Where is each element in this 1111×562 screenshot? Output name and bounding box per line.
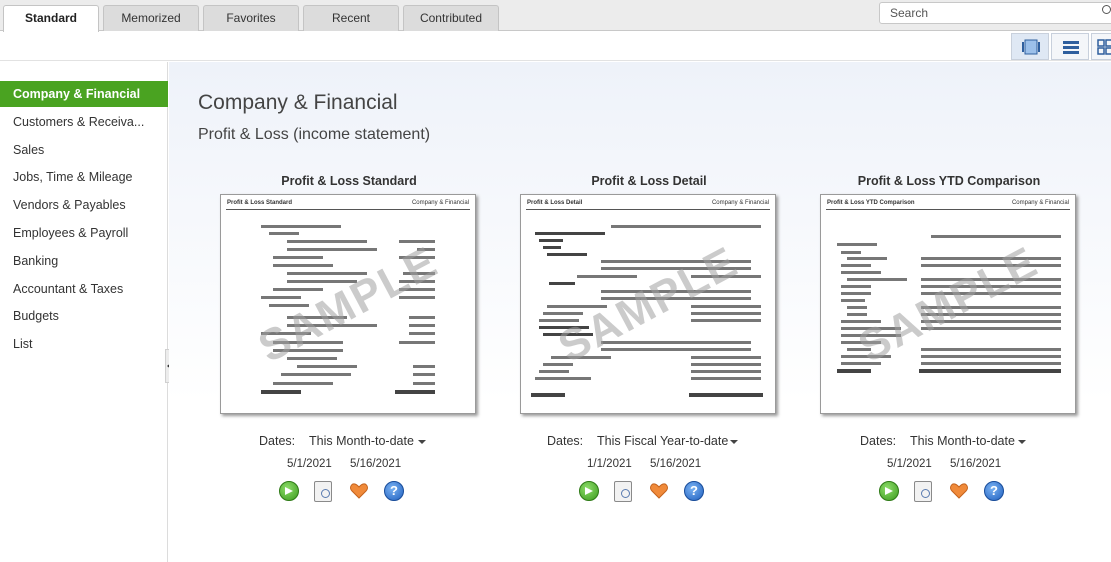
chevron-down-icon[interactable] — [730, 440, 738, 444]
search-input[interactable]: Search — [879, 2, 1111, 24]
dates-dropdown[interactable]: This Month-to-date — [309, 434, 414, 448]
date-to[interactable]: 5/16/2021 — [650, 458, 701, 470]
chevron-down-icon[interactable] — [418, 440, 426, 444]
report-info-icon[interactable] — [614, 481, 632, 502]
grid-view-button[interactable] — [1091, 33, 1111, 60]
sidebar-item-company-financial[interactable]: Company & Financial — [0, 81, 168, 107]
tab-contributed[interactable]: Contributed — [403, 5, 499, 31]
sidebar-item-customers-receivables[interactable]: Customers & Receiva... — [0, 109, 168, 135]
report-center-tab-bar: Standard Memorized Favorites Recent Cont… — [0, 0, 1111, 32]
date-from[interactable]: 1/1/2021 — [587, 458, 632, 470]
section-title: Profit & Loss (income statement) — [198, 126, 431, 143]
favorite-heart-icon[interactable] — [649, 481, 669, 501]
date-to[interactable]: 5/16/2021 — [950, 458, 1001, 470]
run-report-icon[interactable] — [879, 481, 899, 501]
report-title[interactable]: Profit & Loss YTD Comparison — [819, 174, 1079, 188]
sidebar-item-jobs-time-mileage[interactable]: Jobs, Time & Mileage — [0, 164, 168, 190]
carousel-view-icon — [1022, 39, 1040, 55]
sidebar-item-employees-payroll[interactable]: Employees & Payroll — [0, 220, 168, 246]
sidebar-item-accountant-taxes[interactable]: Accountant & Taxes — [0, 276, 168, 302]
sidebar-item-banking[interactable]: Banking — [0, 248, 168, 274]
favorite-heart-icon[interactable] — [949, 481, 969, 501]
help-icon[interactable]: ? — [384, 481, 404, 501]
date-from[interactable]: 5/1/2021 — [287, 458, 332, 470]
help-icon[interactable]: ? — [984, 481, 1004, 501]
tab-recent[interactable]: Recent — [303, 5, 399, 31]
page-title: Company & Financial — [198, 91, 398, 114]
dates-label: Dates: — [259, 434, 296, 448]
view-toolbar — [0, 32, 1111, 61]
dates-dropdown[interactable]: This Month-to-date — [910, 434, 1015, 448]
tab-standard[interactable]: Standard — [3, 5, 99, 32]
report-preview-thumbnail[interactable]: Profit & Loss YTD Comparison Company & F… — [820, 194, 1076, 414]
sidebar-item-budgets[interactable]: Budgets — [0, 303, 168, 329]
tab-memorized[interactable]: Memorized — [103, 5, 199, 31]
sidebar-item-sales[interactable]: Sales — [0, 137, 168, 163]
date-to[interactable]: 5/16/2021 — [350, 458, 401, 470]
date-from[interactable]: 5/1/2021 — [887, 458, 932, 470]
run-report-icon[interactable] — [579, 481, 599, 501]
dates-label: Dates: — [860, 434, 897, 448]
chevron-down-icon[interactable] — [1018, 440, 1026, 444]
report-title[interactable]: Profit & Loss Detail — [519, 174, 779, 188]
list-view-icon — [1063, 41, 1079, 54]
run-report-icon[interactable] — [279, 481, 299, 501]
list-view-button[interactable] — [1051, 33, 1089, 60]
sidebar-item-list[interactable]: List — [0, 331, 168, 357]
report-preview-thumbnail[interactable]: Profit & Loss Detail Company & Financial — [520, 194, 776, 414]
report-info-icon[interactable] — [914, 481, 932, 502]
dates-label: Dates: — [547, 434, 584, 448]
main-content: Company & Financial Profit & Loss (incom… — [169, 62, 1111, 562]
category-sidebar: Company & Financial Customers & Receiva.… — [0, 62, 168, 562]
search-icon[interactable] — [1102, 5, 1111, 14]
report-title[interactable]: Profit & Loss Standard — [219, 174, 479, 188]
report-preview-thumbnail[interactable]: Profit & Loss Standard Company & Financi… — [220, 194, 476, 414]
report-info-icon[interactable] — [314, 481, 332, 502]
dates-dropdown[interactable]: This Fiscal Year-to-date — [597, 434, 728, 448]
tab-favorites[interactable]: Favorites — [203, 5, 299, 31]
grid-view-icon — [1097, 39, 1111, 55]
help-icon[interactable]: ? — [684, 481, 704, 501]
carousel-view-button[interactable] — [1011, 33, 1049, 60]
favorite-heart-icon[interactable] — [349, 481, 369, 501]
sidebar-item-vendors-payables[interactable]: Vendors & Payables — [0, 192, 168, 218]
